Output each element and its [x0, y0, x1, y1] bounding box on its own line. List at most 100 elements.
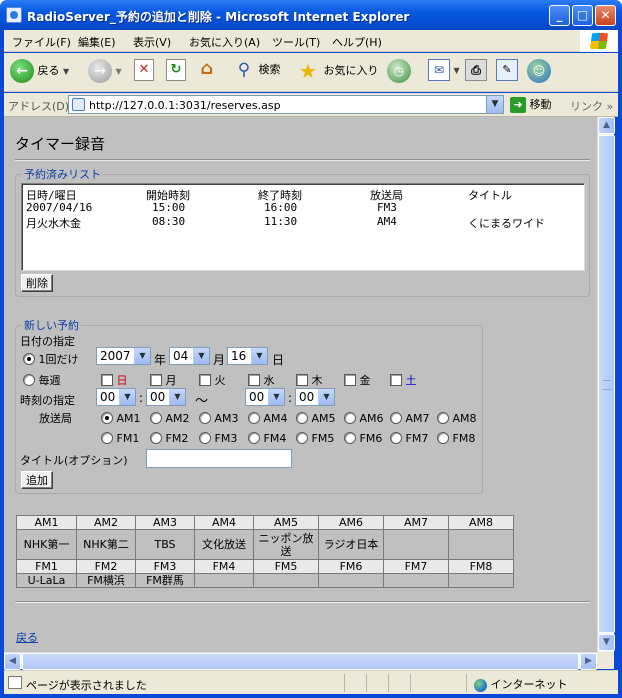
back-link[interactable]: 戻る — [16, 629, 38, 645]
chevron-down-icon[interactable]: ▼ — [251, 348, 267, 364]
edit-button[interactable]: ✎ — [496, 59, 518, 85]
weekly-radio[interactable] — [23, 374, 35, 386]
station-option-fm1[interactable]: FM1 — [101, 432, 139, 445]
menu-view[interactable]: 表示(V) — [133, 34, 171, 50]
go-button[interactable]: ➜ 移動 — [510, 96, 552, 113]
weekday-wed[interactable]: 水 — [248, 372, 275, 388]
station-radio[interactable] — [296, 432, 308, 444]
menu-help[interactable]: ヘルプ(H) — [332, 34, 382, 50]
weekday-checkbox[interactable] — [248, 374, 260, 386]
ie-app-icon[interactable] — [6, 7, 22, 23]
station-option-am8[interactable]: AM8 — [437, 412, 477, 425]
station-option-am1[interactable]: AM1 — [101, 412, 141, 425]
station-radio[interactable] — [437, 412, 449, 424]
station-radio[interactable] — [248, 432, 260, 444]
print-button[interactable]: ⎙ — [465, 59, 487, 85]
station-radio[interactable] — [344, 412, 356, 424]
station-radio[interactable] — [390, 432, 402, 444]
end-min-select[interactable]: 00 ▼ — [295, 388, 335, 406]
month-select[interactable]: 04 ▼ — [169, 347, 210, 365]
minimize-button[interactable]: _ — [549, 5, 570, 26]
station-radio[interactable] — [150, 412, 162, 424]
chevron-down-icon[interactable]: ▼ — [119, 389, 135, 405]
station-option-fm7[interactable]: FM7 — [390, 432, 428, 445]
station-option-am2[interactable]: AM2 — [150, 412, 190, 425]
start-hour-select[interactable]: 00 ▼ — [96, 388, 136, 406]
station-radio[interactable] — [248, 412, 260, 424]
scroll-up-icon[interactable]: ▲ — [598, 117, 615, 134]
station-option-fm3[interactable]: FM3 — [199, 432, 237, 445]
vertical-scrollbar[interactable]: ▲ ▼ — [597, 117, 615, 652]
station-radio[interactable] — [150, 432, 162, 444]
station-option-am3[interactable]: AM3 — [199, 412, 239, 425]
weekday-checkbox[interactable] — [296, 374, 308, 386]
menu-tools[interactable]: ツール(T) — [272, 34, 320, 50]
weekday-checkbox[interactable] — [150, 374, 162, 386]
weekday-checkbox[interactable] — [344, 374, 356, 386]
weekly-option[interactable]: 毎週 — [23, 372, 61, 388]
station-option-am6[interactable]: AM6 — [344, 412, 384, 425]
delete-button[interactable]: 削除 — [21, 274, 53, 292]
weekday-checkbox[interactable] — [101, 374, 113, 386]
favorites-button[interactable]: ★ お気に入り — [296, 59, 378, 85]
day-select[interactable]: 16 ▼ — [227, 347, 268, 365]
messenger-button[interactable]: ☺ — [527, 59, 551, 85]
weekday-fri[interactable]: 金 — [344, 372, 371, 388]
chevron-down-icon[interactable]: ▼ — [169, 389, 185, 405]
chevron-down-icon[interactable]: ▼ — [134, 348, 150, 364]
forward-dropdown-icon[interactable]: ▼ — [116, 67, 122, 76]
station-option-fm6[interactable]: FM6 — [344, 432, 382, 445]
station-option-fm4[interactable]: FM4 — [248, 432, 286, 445]
weekday-sun[interactable]: 日 — [101, 372, 128, 388]
chevron-down-icon[interactable]: ▼ — [193, 348, 209, 364]
refresh-button[interactable]: ↻ — [166, 59, 186, 85]
close-button[interactable]: ✕ — [595, 5, 616, 26]
station-radio[interactable] — [344, 432, 356, 444]
station-option-fm8[interactable]: FM8 — [437, 432, 475, 445]
once-radio[interactable] — [23, 353, 35, 365]
station-option-am4[interactable]: AM4 — [248, 412, 288, 425]
menu-file[interactable]: ファイル(F) — [12, 34, 71, 50]
station-option-fm2[interactable]: FM2 — [150, 432, 188, 445]
maximize-button[interactable]: □ — [572, 5, 593, 26]
history-button[interactable]: ◷ — [387, 59, 411, 85]
horizontal-scroll-thumb[interactable] — [22, 653, 579, 670]
weekday-mon[interactable]: 月 — [150, 372, 177, 388]
scroll-down-icon[interactable]: ▼ — [598, 634, 615, 651]
home-button[interactable]: ⌂ — [197, 59, 217, 85]
station-radio[interactable] — [101, 412, 113, 424]
weekday-checkbox[interactable] — [390, 374, 402, 386]
scroll-right-icon[interactable]: ▶ — [580, 653, 597, 670]
vertical-scroll-thumb[interactable] — [598, 135, 615, 633]
end-hour-select[interactable]: 00 ▼ — [245, 388, 285, 406]
chevron-down-icon[interactable]: ▼ — [268, 389, 284, 405]
station-radio[interactable] — [437, 432, 449, 444]
add-button[interactable]: 追加 — [21, 471, 53, 489]
weekday-tue[interactable]: 火 — [199, 372, 226, 388]
weekday-sat[interactable]: 土 — [390, 372, 417, 388]
links-button[interactable]: リンク » — [570, 98, 613, 114]
station-radio[interactable] — [101, 432, 113, 444]
menu-favorites[interactable]: お気に入り(A) — [189, 34, 260, 50]
station-option-am5[interactable]: AM5 — [296, 412, 336, 425]
reserved-listbox[interactable]: 日時/曜日 開始時刻 終了時刻 放送局 タイトル 2007/04/16 15:0… — [21, 183, 585, 271]
year-select[interactable]: 2007 ▼ — [96, 347, 151, 365]
search-button[interactable]: ⚲ 検索 — [233, 59, 281, 85]
mail-dropdown-icon[interactable]: ▼ — [454, 66, 460, 75]
address-url[interactable]: http://127.0.0.1:3031/reserves.asp — [89, 99, 281, 112]
station-option-am7[interactable]: AM7 — [390, 412, 430, 425]
back-button[interactable]: ← 戻る ▼ — [10, 59, 69, 85]
stop-button[interactable]: ✕ — [134, 59, 154, 85]
start-min-select[interactable]: 00 ▼ — [146, 388, 186, 406]
station-radio[interactable] — [296, 412, 308, 424]
once-option[interactable]: 1回だけ — [23, 351, 79, 367]
station-radio[interactable] — [199, 432, 211, 444]
weekday-checkbox[interactable] — [199, 374, 211, 386]
title-bar[interactable]: RadioServer_予約の追加と削除 - Microsoft Interne… — [0, 0, 622, 30]
forward-button[interactable]: → ▼ — [88, 59, 122, 85]
scroll-left-icon[interactable]: ◀ — [4, 653, 21, 670]
weekday-thu[interactable]: 木 — [296, 372, 323, 388]
station-radio[interactable] — [199, 412, 211, 424]
chevron-down-icon[interactable]: ▼ — [318, 389, 334, 405]
mail-button[interactable]: ✉ ▼ — [428, 59, 460, 85]
